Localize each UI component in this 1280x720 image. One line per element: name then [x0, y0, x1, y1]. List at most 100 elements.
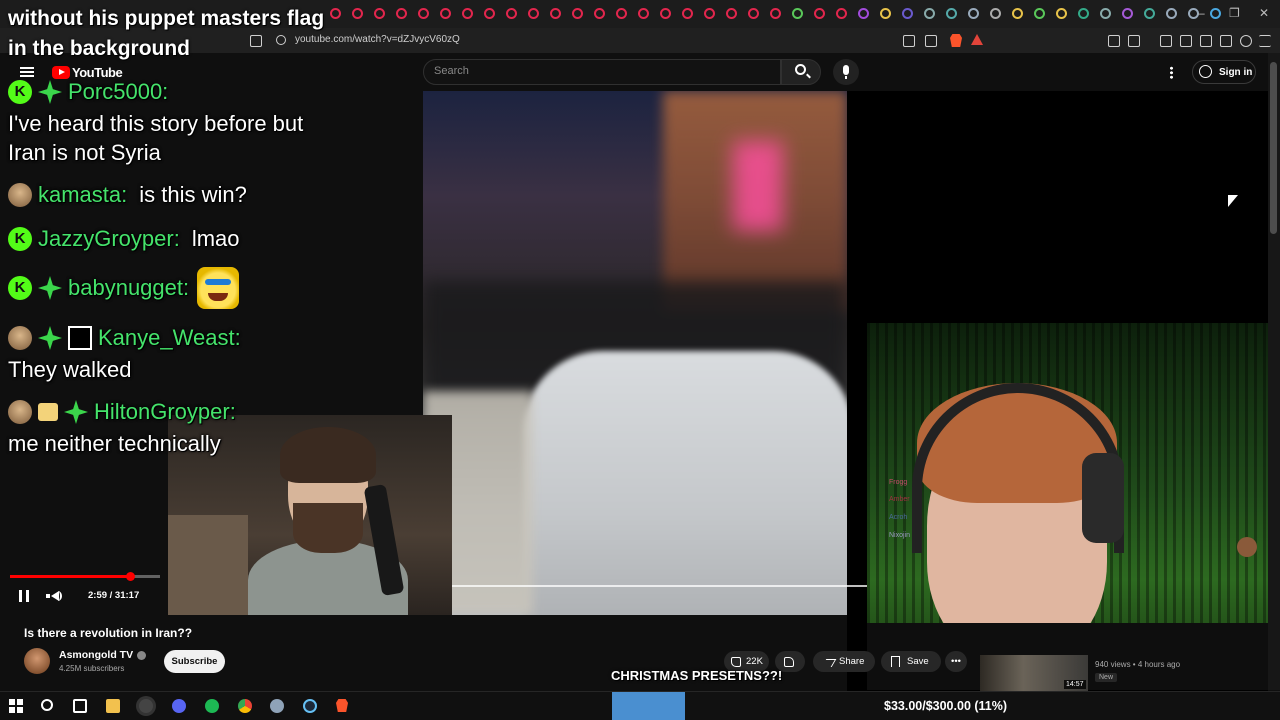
- minimize-icon[interactable]: –: [1198, 6, 1205, 20]
- browser-tab-favicon[interactable]: [748, 8, 759, 19]
- browser-tab-favicon[interactable]: [990, 8, 1001, 19]
- chrome-icon[interactable]: [238, 699, 252, 713]
- leo-ai-icon[interactable]: [1220, 35, 1232, 47]
- browser-tab-favicon[interactable]: [1122, 8, 1133, 19]
- browser-tab-favicon[interactable]: [858, 8, 869, 19]
- browser-tab-favicon[interactable]: [1078, 8, 1089, 19]
- browser-tab-favicon[interactable]: [638, 8, 649, 19]
- donation-goal-text: $33.00/$300.00 (11%): [884, 699, 1008, 713]
- browser-tab-favicon[interactable]: [594, 8, 605, 19]
- maximize-icon[interactable]: ❐: [1229, 6, 1240, 20]
- more-actions-button[interactable]: •••: [945, 651, 967, 672]
- browser-tab-favicon[interactable]: [814, 8, 825, 19]
- file-explorer-icon[interactable]: [106, 699, 120, 713]
- vpn-icon[interactable]: [1240, 35, 1252, 47]
- spotify-icon[interactable]: [205, 699, 219, 713]
- browser-tab-favicon[interactable]: [528, 8, 539, 19]
- browser-tab-favicon[interactable]: [616, 8, 627, 19]
- brave-rewards-icon[interactable]: [971, 34, 983, 45]
- browser-tab-favicon[interactable]: [550, 8, 561, 19]
- chat-message: K JazzyGroyper: lmao: [8, 224, 240, 254]
- settings-kebab-icon[interactable]: [1170, 66, 1173, 79]
- browser-tab-favicon[interactable]: [924, 8, 935, 19]
- browser-tab-favicon[interactable]: [902, 8, 913, 19]
- share-label: Share: [839, 656, 865, 667]
- site-info-icon[interactable]: [276, 35, 286, 45]
- guide-menu-icon[interactable]: [20, 67, 34, 77]
- browser-tab-favicon[interactable]: [572, 8, 583, 19]
- task-view-icon[interactable]: [73, 699, 87, 713]
- video-frame-neon-sign: [733, 141, 783, 231]
- browser-tab-favicon[interactable]: [946, 8, 957, 19]
- browser-tab-favicon[interactable]: [330, 8, 341, 19]
- cast-icon[interactable]: [903, 35, 915, 47]
- address-bar[interactable]: [0, 28, 1280, 53]
- browser-tab-favicon[interactable]: [484, 8, 495, 19]
- browser-tab-favicon[interactable]: [506, 8, 517, 19]
- menu-icon[interactable]: [1259, 35, 1271, 47]
- start-icon[interactable]: [9, 699, 23, 713]
- extensions-icon[interactable]: [1108, 35, 1120, 47]
- laughing-emote-icon: [197, 267, 240, 309]
- share-page-icon[interactable]: [925, 35, 937, 47]
- browser-tab-favicon[interactable]: [396, 8, 407, 19]
- bookmark-icon[interactable]: [250, 35, 262, 47]
- browser-tab-favicon[interactable]: [1210, 8, 1221, 19]
- browser-tab-favicon[interactable]: [352, 8, 363, 19]
- screenshot-icon[interactable]: [1128, 35, 1140, 47]
- channel-name[interactable]: Asmongold TV: [59, 649, 133, 661]
- main-video-player[interactable]: [423, 91, 847, 615]
- browser-tab-favicon[interactable]: [968, 8, 979, 19]
- obs-icon[interactable]: [139, 699, 153, 713]
- browser-tab-favicon[interactable]: [770, 8, 781, 19]
- browser-tab-favicon[interactable]: [792, 8, 803, 19]
- browser-tab-favicon[interactable]: [836, 8, 847, 19]
- share-button[interactable]: Share: [813, 651, 875, 672]
- browser-tab-favicon[interactable]: [1100, 8, 1111, 19]
- steam-icon[interactable]: [303, 699, 317, 713]
- search-input[interactable]: [423, 59, 781, 85]
- sidebar-icon[interactable]: [1180, 35, 1192, 47]
- discord-icon[interactable]: [172, 699, 186, 713]
- browser-tab-favicon[interactable]: [1056, 8, 1067, 19]
- browser-tab-favicon[interactable]: [418, 8, 429, 19]
- browser-tab-favicon[interactable]: [1144, 8, 1155, 19]
- seek-bar-handle[interactable]: [126, 572, 135, 581]
- url-text[interactable]: youtube.com/watch?v=dZJvycV60zQ: [295, 34, 460, 45]
- close-window-icon[interactable]: ✕: [1259, 6, 1269, 20]
- app-icon[interactable]: [270, 699, 284, 713]
- pause-icon[interactable]: [19, 590, 29, 602]
- browser-tab-favicon[interactable]: [440, 8, 451, 19]
- suggested-video-meta: 940 views • 4 hours ago: [1095, 660, 1181, 669]
- browser-tab-favicon[interactable]: [880, 8, 891, 19]
- browser-tab-favicon[interactable]: [1012, 8, 1023, 19]
- media-icon[interactable]: [1160, 35, 1172, 47]
- browser-tab-favicon[interactable]: [660, 8, 671, 19]
- video-progress-line: [452, 585, 888, 587]
- brave-icon[interactable]: [336, 699, 348, 712]
- voice-search-icon[interactable]: [833, 59, 859, 85]
- subscribe-button[interactable]: Subscribe: [164, 650, 225, 673]
- new-badge: New: [1095, 673, 1118, 682]
- brave-shields-icon[interactable]: [950, 34, 962, 47]
- browser-tab-favicon[interactable]: [462, 8, 473, 19]
- wallet-icon[interactable]: [1200, 35, 1212, 47]
- chat-username: Kanye_Weast:: [98, 325, 241, 350]
- page-scrollbar-thumb[interactable]: [1270, 62, 1277, 234]
- browser-tab-favicon[interactable]: [374, 8, 385, 19]
- browser-tab-favicon[interactable]: [1166, 8, 1177, 19]
- browser-tab-favicon[interactable]: [726, 8, 737, 19]
- chat-message: K babynugget:: [8, 267, 240, 309]
- inset-shelf: [168, 515, 248, 615]
- channel-avatar[interactable]: [24, 648, 50, 674]
- save-button[interactable]: Save: [881, 651, 941, 672]
- volume-icon[interactable]: [46, 591, 62, 601]
- browser-tab-favicon[interactable]: [682, 8, 693, 19]
- chat-message: HiltonGroyper:: [8, 397, 236, 427]
- browser-tab-favicon[interactable]: [1034, 8, 1045, 19]
- browser-tab-favicon[interactable]: [704, 8, 715, 19]
- chat-username: kamasta:: [38, 182, 128, 207]
- taskbar-search-icon[interactable]: [41, 699, 53, 711]
- kick-badge-icon: K: [8, 227, 32, 251]
- chat-username: Porc5000:: [68, 79, 169, 104]
